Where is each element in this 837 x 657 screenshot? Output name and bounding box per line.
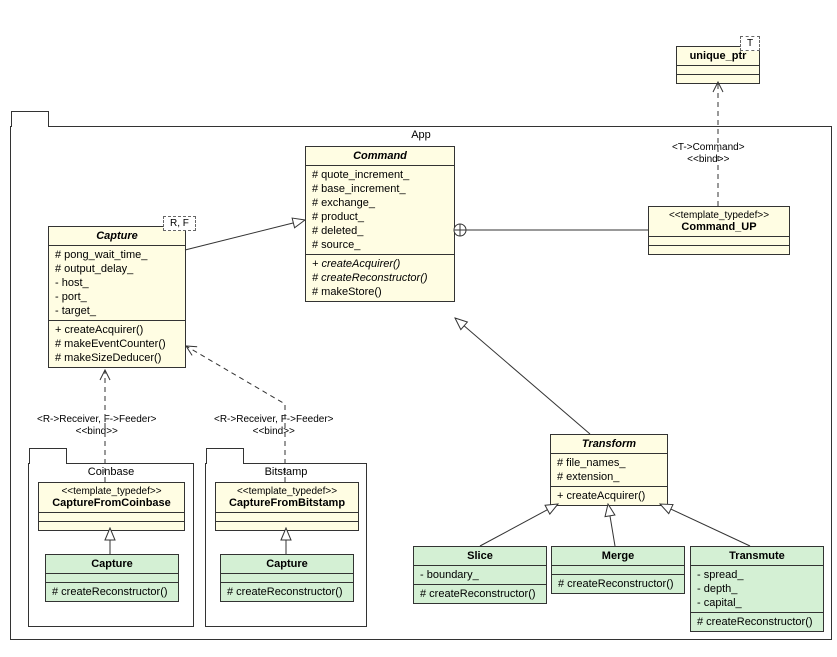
class-capturefromcoinbase-header: <<template_typedef>> CaptureFromCoinbase <box>39 483 184 513</box>
class-slice-name: Slice <box>414 547 546 566</box>
class-command-name: Command <box>306 147 454 166</box>
edge-bind-rf-coinbase: <R->Receiver, F->Feeder> <<bind>> <box>35 414 159 438</box>
class-capture-bitstamp-name: Capture <box>221 555 353 574</box>
class-capture-coinbase-name: Capture <box>46 555 178 574</box>
class-transform: Transform # file_names_ # extension_ + c… <box>550 434 668 506</box>
package-coinbase-tab <box>29 448 67 464</box>
package-bitstamp-tab <box>206 448 244 464</box>
class-commandup: <<template_typedef>> Command_UP <box>648 206 790 255</box>
class-capture-coinbase: Capture # createReconstructor() <box>45 554 179 602</box>
class-transmute-name: Transmute <box>691 547 823 566</box>
uniqueptr-template-param: T <box>740 36 760 51</box>
class-transmute: Transmute - spread_ - depth_ - capital_ … <box>690 546 824 632</box>
class-capture-ops: + createAcquirer() # makeEventCounter() … <box>49 321 185 367</box>
class-merge-name: Merge <box>552 547 684 566</box>
class-capturefrombitstamp-header: <<template_typedef>> CaptureFromBitstamp <box>216 483 358 513</box>
package-app-label: App <box>11 127 831 143</box>
class-capture-bitstamp: Capture # createReconstructor() <box>220 554 354 602</box>
edge-bind-rf-bitstamp: <R->Receiver, F->Feeder> <<bind>> <box>212 414 336 438</box>
class-capturefrombitstamp: <<template_typedef>> CaptureFromBitstamp <box>215 482 359 531</box>
class-uniqueptr: unique_ptr <box>676 46 760 84</box>
class-capture-attrs: # pong_wait_time_ # output_delay_ - host… <box>49 246 185 321</box>
package-app-tab <box>11 111 49 127</box>
class-merge: Merge # createReconstructor() <box>551 546 685 594</box>
class-transform-attrs: # file_names_ # extension_ <box>551 454 667 487</box>
package-coinbase-label: Coinbase <box>29 464 193 480</box>
class-slice: Slice - boundary_ # createReconstructor(… <box>413 546 547 604</box>
edge-bind-t: <T->Command> <<bind>> <box>670 142 747 166</box>
class-transform-ops: + createAcquirer() <box>551 487 667 505</box>
class-capture: Capture # pong_wait_time_ # output_delay… <box>48 226 186 368</box>
capture-template-param: R, F <box>163 216 196 231</box>
class-command: Command # quote_increment_ # base_increm… <box>305 146 455 302</box>
package-bitstamp-label: Bitstamp <box>206 464 366 480</box>
class-command-attrs: # quote_increment_ # base_increment_ # e… <box>306 166 454 255</box>
class-transform-name: Transform <box>551 435 667 454</box>
class-capturefromcoinbase: <<template_typedef>> CaptureFromCoinbase <box>38 482 185 531</box>
class-command-ops: + createAcquirer() # createReconstructor… <box>306 255 454 301</box>
class-commandup-header: <<template_typedef>> Command_UP <box>649 207 789 237</box>
